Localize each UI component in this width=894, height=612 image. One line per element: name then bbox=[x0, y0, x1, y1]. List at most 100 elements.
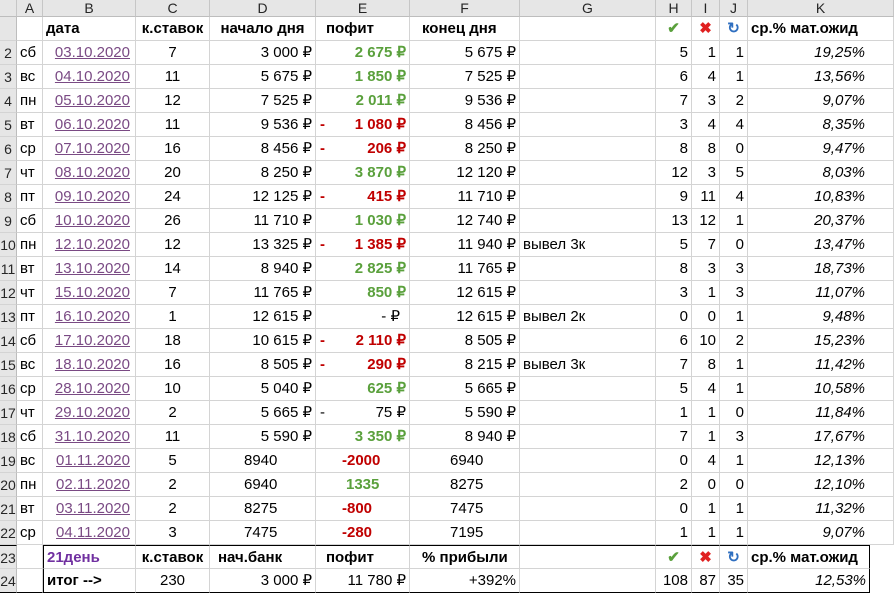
profit-cell[interactable]: 1335 bbox=[316, 473, 410, 497]
summary-bank[interactable]: 3 000 ₽ bbox=[210, 569, 316, 593]
row-header[interactable] bbox=[0, 17, 17, 41]
start-cell[interactable]: 5 665 ₽ bbox=[210, 401, 316, 425]
ev-cell[interactable]: 9,07% bbox=[748, 89, 894, 113]
row-header[interactable]: 16 bbox=[0, 377, 17, 401]
end-cell[interactable]: 7475 bbox=[410, 497, 520, 521]
end-cell[interactable]: 8 505 ₽ bbox=[410, 329, 520, 353]
row-header[interactable]: 3 bbox=[0, 65, 17, 89]
column-header-a[interactable]: A bbox=[17, 0, 43, 17]
start-cell[interactable]: 8940 bbox=[210, 449, 316, 473]
j-cell[interactable]: 2 bbox=[720, 89, 748, 113]
bets-cell[interactable]: 20 bbox=[136, 161, 210, 185]
date-cell[interactable]: 13.10.2020 bbox=[43, 257, 136, 281]
i-cell[interactable]: 4 bbox=[692, 377, 720, 401]
header-g[interactable] bbox=[520, 17, 656, 41]
h-cell[interactable]: 1 bbox=[656, 401, 692, 425]
day-cell[interactable]: чт bbox=[17, 161, 43, 185]
profit-cell[interactable]: 3 350 ₽ bbox=[316, 425, 410, 449]
row-header[interactable]: 8 bbox=[0, 185, 17, 209]
date-cell[interactable]: 10.10.2020 bbox=[43, 209, 136, 233]
summary-h[interactable]: 108 bbox=[656, 569, 692, 593]
start-cell[interactable]: 5 590 ₽ bbox=[210, 425, 316, 449]
profit-cell[interactable]: 2 675 ₽ bbox=[316, 41, 410, 65]
bets-cell[interactable]: 11 bbox=[136, 425, 210, 449]
note-cell[interactable] bbox=[520, 425, 656, 449]
h-cell[interactable]: 2 bbox=[656, 473, 692, 497]
summary-label[interactable]: итог --> bbox=[43, 569, 136, 593]
row-header[interactable]: 5 bbox=[0, 113, 17, 137]
h-cell[interactable]: 8 bbox=[656, 257, 692, 281]
header-profit[interactable]: пофит bbox=[316, 17, 410, 41]
date-cell[interactable]: 04.11.2020 bbox=[43, 521, 136, 545]
j-cell[interactable]: 1 bbox=[720, 209, 748, 233]
j-cell[interactable]: 5 bbox=[720, 161, 748, 185]
day-cell[interactable]: пн bbox=[17, 89, 43, 113]
row-header[interactable]: 7 bbox=[0, 161, 17, 185]
profit-cell[interactable]: 3 870 ₽ bbox=[316, 161, 410, 185]
note-cell[interactable]: вывел 2к bbox=[520, 305, 656, 329]
ev-cell[interactable]: 13,56% bbox=[748, 65, 894, 89]
summary-cross[interactable]: ✖ bbox=[692, 545, 720, 569]
row-header[interactable]: 21 bbox=[0, 497, 17, 521]
summary-header-g[interactable] bbox=[520, 545, 656, 569]
j-cell[interactable]: 3 bbox=[720, 425, 748, 449]
day-cell[interactable]: пт bbox=[17, 185, 43, 209]
j-cell[interactable]: 3 bbox=[720, 281, 748, 305]
day-cell[interactable]: вс bbox=[17, 449, 43, 473]
end-cell[interactable]: 8275 bbox=[410, 473, 520, 497]
day-cell[interactable]: ср bbox=[17, 521, 43, 545]
date-cell[interactable]: 01.11.2020 bbox=[43, 449, 136, 473]
i-cell[interactable]: 12 bbox=[692, 209, 720, 233]
date-cell[interactable]: 15.10.2020 bbox=[43, 281, 136, 305]
profit-cell[interactable]: -2000 bbox=[316, 449, 410, 473]
row-header[interactable]: 20 bbox=[0, 473, 17, 497]
row-header[interactable]: 6 bbox=[0, 137, 17, 161]
end-cell[interactable]: 5 675 ₽ bbox=[410, 41, 520, 65]
summary-check[interactable]: ✔ bbox=[656, 545, 692, 569]
summary-ev[interactable]: 12,53% bbox=[748, 569, 870, 593]
row-header[interactable]: 22 bbox=[0, 521, 17, 545]
date-cell[interactable]: 09.10.2020 bbox=[43, 185, 136, 209]
i-cell[interactable]: 8 bbox=[692, 353, 720, 377]
header-end[interactable]: конец дня bbox=[410, 17, 520, 41]
date-cell[interactable]: 07.10.2020 bbox=[43, 137, 136, 161]
end-cell[interactable]: 11 765 ₽ bbox=[410, 257, 520, 281]
i-cell[interactable]: 1 bbox=[692, 497, 720, 521]
j-cell[interactable]: 4 bbox=[720, 113, 748, 137]
profit-cell[interactable]: 1 850 ₽ bbox=[316, 65, 410, 89]
column-header-b[interactable]: B bbox=[43, 0, 136, 17]
h-cell[interactable]: 6 bbox=[656, 65, 692, 89]
h-cell[interactable]: 5 bbox=[656, 233, 692, 257]
h-cell[interactable]: 0 bbox=[656, 305, 692, 329]
ev-cell[interactable]: 17,67% bbox=[748, 425, 894, 449]
ev-cell[interactable]: 8,03% bbox=[748, 161, 894, 185]
header-bets[interactable]: к.ставок bbox=[136, 17, 210, 41]
summary-g[interactable] bbox=[520, 569, 656, 593]
ev-cell[interactable]: 20,37% bbox=[748, 209, 894, 233]
h-cell[interactable]: 3 bbox=[656, 113, 692, 137]
header-refresh[interactable]: ↻ bbox=[720, 17, 748, 41]
i-cell[interactable]: 3 bbox=[692, 161, 720, 185]
profit-cell[interactable]: 850 ₽ bbox=[316, 281, 410, 305]
bets-cell[interactable]: 16 bbox=[136, 353, 210, 377]
profit-cell[interactable]: 2 011 ₽ bbox=[316, 89, 410, 113]
end-cell[interactable]: 12 120 ₽ bbox=[410, 161, 520, 185]
profit-cell[interactable]: 625 ₽ bbox=[316, 377, 410, 401]
profit-cell[interactable]: - 1 080 ₽ bbox=[316, 113, 410, 137]
header-check[interactable]: ✔ bbox=[656, 17, 692, 41]
bets-cell[interactable]: 16 bbox=[136, 137, 210, 161]
end-cell[interactable]: 9 536 ₽ bbox=[410, 89, 520, 113]
row-header[interactable]: 15 bbox=[0, 353, 17, 377]
h-cell[interactable]: 12 bbox=[656, 161, 692, 185]
end-cell[interactable]: 8 215 ₽ bbox=[410, 353, 520, 377]
note-cell[interactable] bbox=[520, 209, 656, 233]
ev-cell[interactable]: 10,58% bbox=[748, 377, 894, 401]
h-cell[interactable]: 7 bbox=[656, 353, 692, 377]
ev-cell[interactable]: 15,23% bbox=[748, 329, 894, 353]
j-cell[interactable]: 0 bbox=[720, 473, 748, 497]
i-cell[interactable]: 11 bbox=[692, 185, 720, 209]
day-cell[interactable]: вт bbox=[17, 497, 43, 521]
note-cell[interactable] bbox=[520, 89, 656, 113]
start-cell[interactable]: 8 505 ₽ bbox=[210, 353, 316, 377]
end-cell[interactable]: 12 615 ₽ bbox=[410, 305, 520, 329]
